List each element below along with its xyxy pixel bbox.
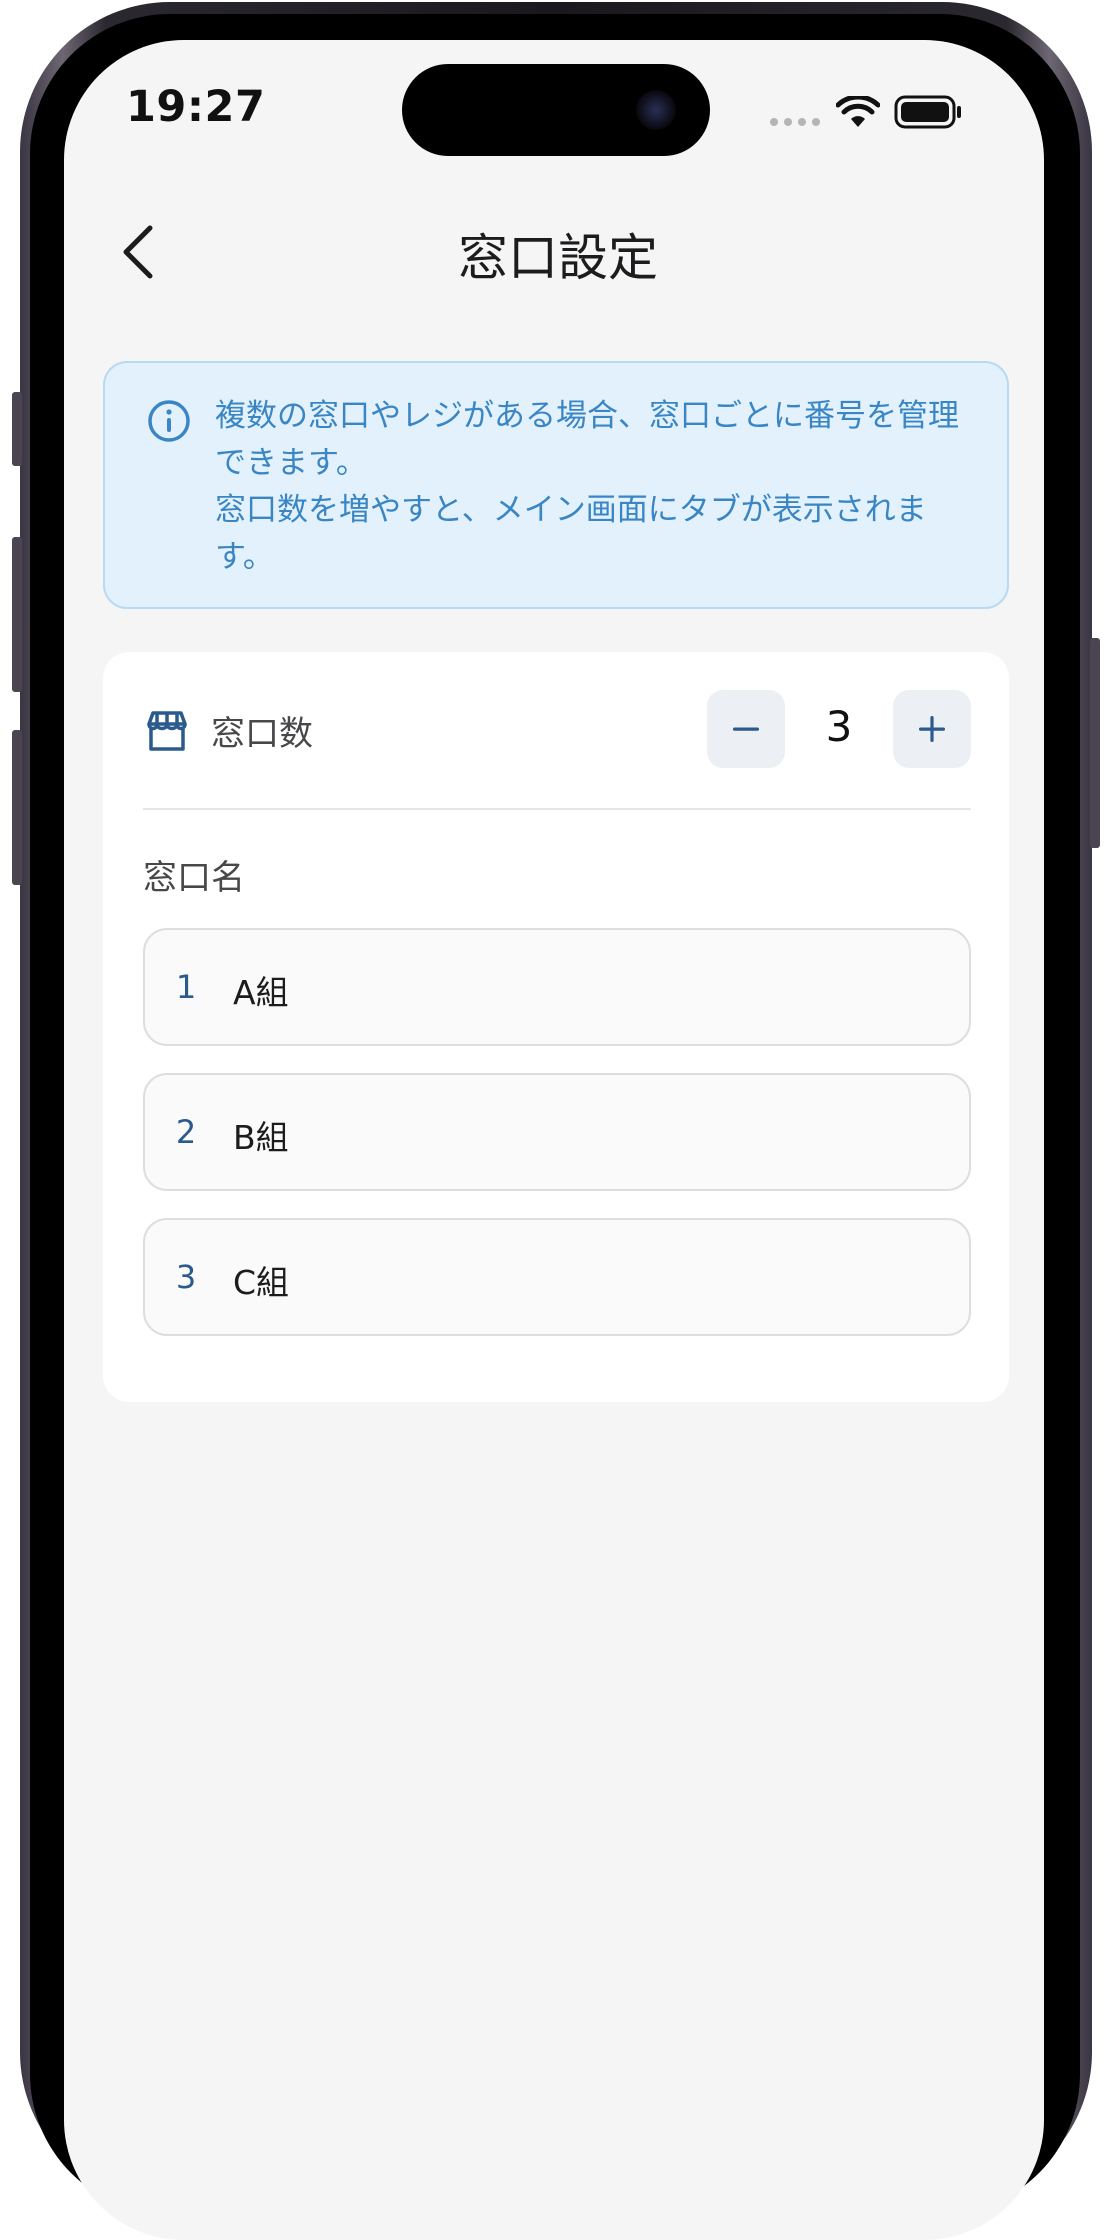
info-text: 複数の窓口やレジがある場合、窓口ごとに番号を管理できます。 窓口数を増やすと、メ…	[215, 393, 975, 581]
info-paragraph-1: 複数の窓口やレジがある場合、窓口ごとに番号を管理できます。	[215, 398, 959, 481]
camera-icon	[636, 90, 676, 130]
window-name-field-3[interactable]: 3 C組	[143, 1218, 971, 1336]
divider	[143, 808, 971, 810]
window-name-value: C組	[233, 1263, 290, 1302]
window-index: 3	[175, 1258, 197, 1296]
dynamic-island	[402, 64, 710, 156]
page-title: 窓口設定	[458, 229, 658, 287]
status-time: 19:27	[126, 82, 266, 132]
window-name-field-2[interactable]: 2 B組	[143, 1073, 971, 1191]
window-index: 1	[175, 968, 197, 1006]
info-banner: 複数の窓口やレジがある場合、窓口ごとに番号を管理できます。 窓口数を増やすと、メ…	[103, 361, 1009, 609]
window-index: 2	[175, 1113, 197, 1151]
volume-down-button	[12, 730, 22, 885]
cellular-signal-icon	[770, 118, 820, 126]
window-name-value: B組	[233, 1118, 289, 1157]
settings-card: 窓口数 3 窓口名 1 A組 2 B組 3 C組	[103, 652, 1009, 1402]
window-name-field-1[interactable]: 1 A組	[143, 928, 971, 1046]
info-icon	[148, 400, 190, 442]
window-name-value: A組	[233, 973, 289, 1012]
minus-icon	[733, 727, 759, 731]
window-count-value: 3	[825, 702, 853, 751]
window-count-label: 窓口数	[211, 714, 313, 754]
plus-icon	[919, 716, 945, 742]
decrement-button[interactable]	[707, 690, 785, 768]
window-names-label: 窓口名	[143, 858, 245, 898]
increment-button[interactable]	[893, 690, 971, 768]
info-paragraph-2: 窓口数を増やすと、メイン画面にタブが表示されます。	[215, 492, 927, 575]
volume-up-button	[12, 537, 22, 692]
side-button	[12, 392, 22, 466]
window-count-row: 窓口数 3	[103, 652, 1009, 808]
wifi-icon	[836, 96, 880, 127]
power-button	[1090, 638, 1100, 848]
store-icon	[147, 711, 187, 751]
battery-icon	[894, 95, 961, 129]
